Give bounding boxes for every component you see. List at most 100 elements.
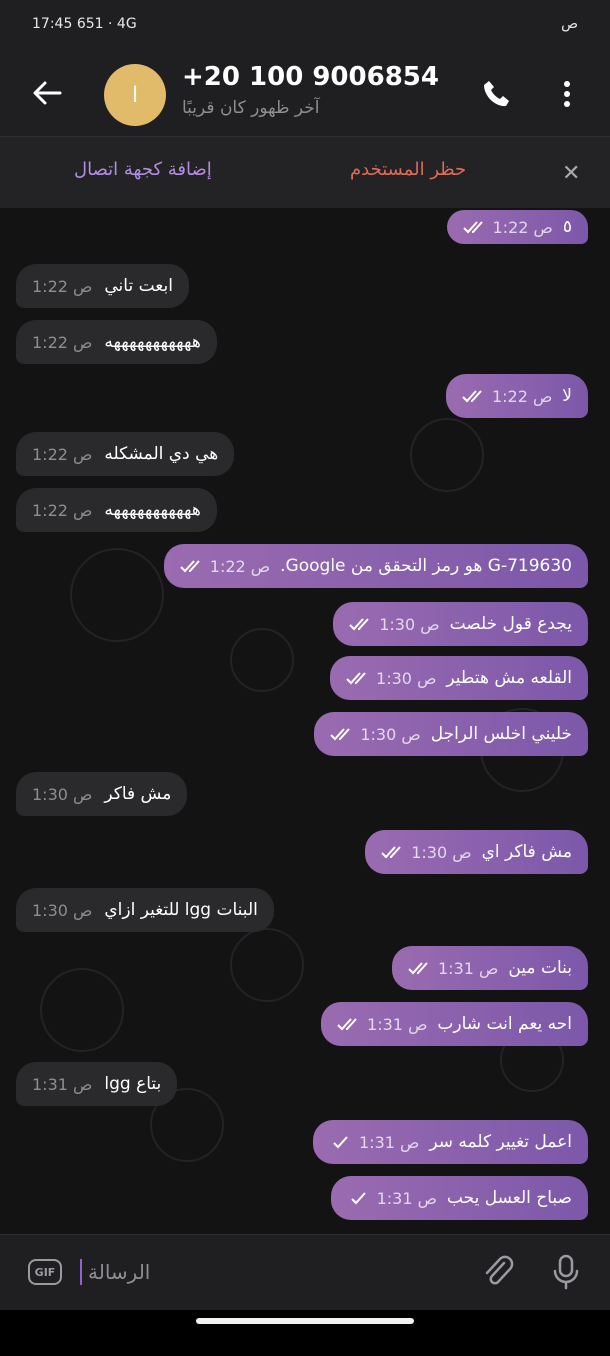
- contact-title[interactable]: +20 100 9006854: [182, 62, 439, 92]
- incoming-message[interactable]: هههههههههههه 1:22 ص: [16, 488, 217, 532]
- message-time: 1:30 ص: [411, 842, 472, 862]
- message-time: 1:22 ص: [32, 444, 93, 464]
- chat-area[interactable]: ٥ 1:22 ص ابعت تاني 1:22 ص هههههههههههه 1:22 ص…: [0, 208, 610, 1234]
- message-meta: 1:22 ص: [32, 445, 92, 464]
- chat-header: ا +20 100 9006854 آخر ظهور كان قريبًا: [0, 50, 610, 136]
- message-time: 1:31 ص: [376, 1188, 437, 1208]
- message-time: 1:30 ص: [32, 900, 93, 920]
- single-check-icon: [350, 1192, 366, 1205]
- message-time: 1:31 ص: [367, 1014, 428, 1034]
- close-icon[interactable]: ✕: [562, 161, 580, 186]
- message-time: 1:31 ص: [359, 1132, 420, 1152]
- message-text: ابعت تاني: [104, 276, 173, 296]
- message-text: مش فاكر: [104, 784, 172, 804]
- double-check-icon: [408, 962, 428, 975]
- incoming-message[interactable]: هي دي المشكله 1:22 ص: [16, 432, 235, 476]
- message-meta: 1:31 ص: [329, 1133, 419, 1152]
- add-contact-button[interactable]: إضافة كجهة اتصال: [74, 159, 212, 180]
- message-meta: 1:22 ص: [462, 387, 552, 406]
- outgoing-message[interactable]: يجدع قول خلصت 1:30 ص: [333, 602, 588, 646]
- outgoing-message[interactable]: خليني اخلس الراجل 1:30 ص: [314, 712, 588, 756]
- status-right: ص: [561, 16, 578, 32]
- message-meta: 1:30 ص: [346, 669, 436, 688]
- outgoing-message[interactable]: اعمل تغيير كلمه سر 1:31 ص: [313, 1120, 588, 1164]
- incoming-message[interactable]: بتاع lgg 1:31 ص: [16, 1062, 178, 1106]
- last-seen-status: آخر ظهور كان قريبًا: [182, 98, 320, 118]
- wallpaper-doodle: [40, 968, 124, 1052]
- double-check-icon: [462, 221, 483, 234]
- message-text: ٥: [562, 217, 572, 237]
- double-check-icon: [337, 1018, 357, 1031]
- avatar[interactable]: ا: [104, 64, 166, 126]
- back-arrow-icon[interactable]: [30, 78, 64, 108]
- contact-action-bar: ✕ حظر المستخدم إضافة كجهة اتصال: [0, 136, 610, 209]
- single-check-icon: [333, 1136, 348, 1149]
- message-meta: 1:30 ص: [32, 785, 92, 804]
- message-text: البنات lgg للتغير ازاي: [104, 900, 258, 920]
- outgoing-message[interactable]: القلعه مش هتطير 1:30 ص: [330, 656, 588, 700]
- gif-button[interactable]: GIF: [28, 1259, 62, 1285]
- message-text: صباح العسل يحب: [446, 1188, 572, 1208]
- message-text: اعمل تغيير كلمه سر: [429, 1132, 572, 1152]
- block-user-button[interactable]: حظر المستخدم: [350, 159, 466, 180]
- incoming-message[interactable]: هههههههههههه 1:22 ص: [16, 320, 217, 364]
- message-text: احه يعم انت شارب: [437, 1014, 572, 1034]
- message-input[interactable]: الرسالة: [80, 1259, 150, 1285]
- message-text: بنات مين: [508, 958, 572, 978]
- status-time: 17:45: [32, 16, 73, 32]
- message-meta: 1:22 ص: [32, 277, 92, 296]
- network-type: 4G: [116, 16, 137, 32]
- outgoing-message[interactable]: ٥ 1:22 ص: [446, 210, 588, 244]
- message-time: 1:30 ص: [379, 614, 440, 634]
- message-time: 1:22 ص: [32, 332, 93, 352]
- incoming-message[interactable]: ابعت تاني 1:22 ص: [16, 264, 189, 308]
- outgoing-message[interactable]: بنات مين 1:31 ص: [392, 946, 588, 990]
- message-placeholder: الرسالة: [88, 1260, 151, 1284]
- message-time: 1:30 ص: [376, 668, 437, 688]
- outgoing-message[interactable]: صباح العسل يحب 1:31 ص: [330, 1176, 588, 1220]
- message-meta: 1:31 ص: [347, 1189, 437, 1208]
- message-meta: 1:30 ص: [32, 901, 92, 920]
- message-time: 1:22 ص: [32, 276, 93, 296]
- system-nav-bar: [0, 1310, 610, 1356]
- message-meta: 1:22 ص: [32, 501, 92, 520]
- message-time: 1:22 ص: [32, 500, 93, 520]
- status-bar: 17:45 651 · 4G ص: [0, 0, 610, 50]
- double-check-icon: [330, 728, 351, 741]
- message-meta: 1:30 ص: [349, 614, 440, 634]
- message-meta: 1:31 ص: [337, 1015, 427, 1034]
- avatar-letter: ا: [131, 82, 139, 108]
- message-meta: 1:22 ص: [32, 333, 92, 352]
- message-time: 1:22 ص: [492, 217, 553, 237]
- home-handle[interactable]: [196, 1318, 414, 1324]
- more-vertical-icon[interactable]: [562, 80, 572, 108]
- message-text: يجدع قول خلصت: [449, 614, 572, 634]
- double-check-icon: [462, 390, 482, 403]
- attach-icon[interactable]: [482, 1255, 514, 1289]
- message-text: بتاع lgg: [104, 1074, 162, 1094]
- message-input-bar: GIF الرسالة: [0, 1234, 610, 1311]
- outgoing-message[interactable]: G-719630 هو رمز التحقق من Google. 1:22 ص: [163, 544, 588, 588]
- microphone-icon[interactable]: [552, 1253, 580, 1291]
- outgoing-message[interactable]: احه يعم انت شارب 1:31 ص: [321, 1002, 588, 1046]
- message-time: 1:31 ص: [438, 958, 499, 978]
- message-text: خليني اخلس الراجل: [430, 724, 572, 744]
- status-left-extra: 651: [76, 16, 104, 32]
- incoming-message[interactable]: البنات lgg للتغير ازاي 1:30 ص: [16, 888, 274, 932]
- outgoing-message[interactable]: مش فاكر اي 1:30 ص: [365, 830, 588, 874]
- message-text: لا: [562, 386, 572, 406]
- message-meta: 1:31 ص: [32, 1075, 92, 1094]
- message-time: 1:30 ص: [360, 724, 421, 744]
- wallpaper-doodle: [230, 628, 294, 692]
- double-check-icon: [180, 560, 200, 573]
- message-meta: 1:30 ص: [330, 724, 421, 744]
- message-text: G-719630 هو رمز التحقق من Google.: [280, 556, 572, 576]
- double-check-icon: [381, 846, 401, 859]
- outgoing-message[interactable]: لا 1:22 ص: [445, 374, 588, 418]
- incoming-message[interactable]: مش فاكر 1:30 ص: [16, 772, 188, 816]
- message-time: 1:22 ص: [491, 386, 553, 406]
- message-time: 1:30 ص: [32, 784, 93, 804]
- message-text: هههههههههههه: [104, 500, 201, 520]
- phone-icon[interactable]: [481, 78, 513, 110]
- message-text: هههههههههههه: [104, 332, 201, 352]
